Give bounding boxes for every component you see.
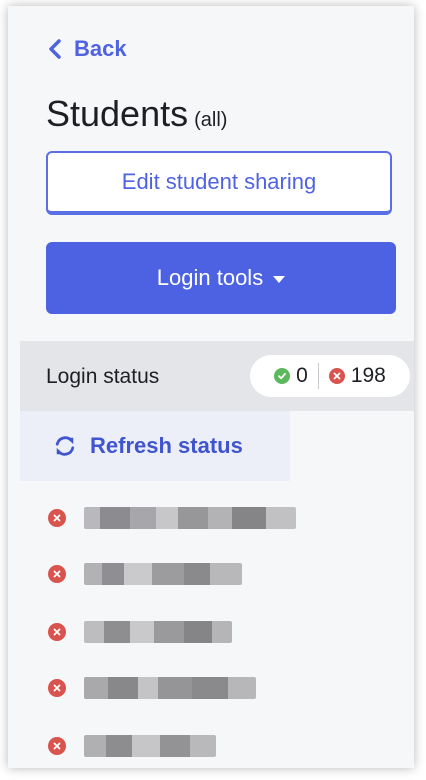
login-status-label: Login status <box>46 365 160 388</box>
student-name-redacted <box>84 563 242 585</box>
student-name-redacted <box>84 621 232 643</box>
x-circle-icon <box>48 623 66 641</box>
page-subtitle: (all) <box>194 109 228 131</box>
x-circle-icon <box>328 368 345 384</box>
student-panel: Back Students (all) Edit student sharing … <box>8 6 414 768</box>
refresh-icon <box>55 436 75 456</box>
refresh-status-label: Refresh status <box>90 433 243 458</box>
student-row[interactable] <box>48 673 256 703</box>
count-divider <box>317 363 319 389</box>
edit-student-sharing-button[interactable]: Edit student sharing <box>46 151 392 215</box>
page-title: Students (all) <box>46 92 227 142</box>
logged-in-count: 0 <box>296 364 308 387</box>
login-tools-label: Login tools <box>156 265 264 290</box>
student-name-redacted <box>84 677 256 699</box>
student-name-redacted <box>84 507 296 529</box>
x-circle-icon <box>48 509 66 527</box>
edit-student-sharing-label: Edit student sharing <box>121 169 317 194</box>
caret-down-icon <box>273 275 286 283</box>
chevron-left-icon <box>49 39 61 59</box>
check-circle-icon <box>274 368 291 384</box>
student-row[interactable] <box>48 503 296 533</box>
x-circle-icon <box>48 737 66 755</box>
back-label: Back <box>74 36 127 61</box>
login-status-counts: 0 198 <box>250 355 410 397</box>
logged-out-count: 198 <box>350 364 386 387</box>
back-link[interactable]: Back <box>48 36 127 62</box>
login-tools-button[interactable]: Login tools <box>46 242 396 314</box>
student-row[interactable] <box>48 559 242 589</box>
refresh-status-button[interactable]: Refresh status <box>20 411 290 481</box>
x-circle-icon <box>48 679 66 697</box>
student-row[interactable] <box>48 731 216 761</box>
x-circle-icon <box>48 565 66 583</box>
login-status-bar: Login status 0 198 <box>20 341 414 411</box>
student-row[interactable] <box>48 617 232 647</box>
page-title-text: Students <box>46 93 189 134</box>
student-name-redacted <box>84 735 216 757</box>
